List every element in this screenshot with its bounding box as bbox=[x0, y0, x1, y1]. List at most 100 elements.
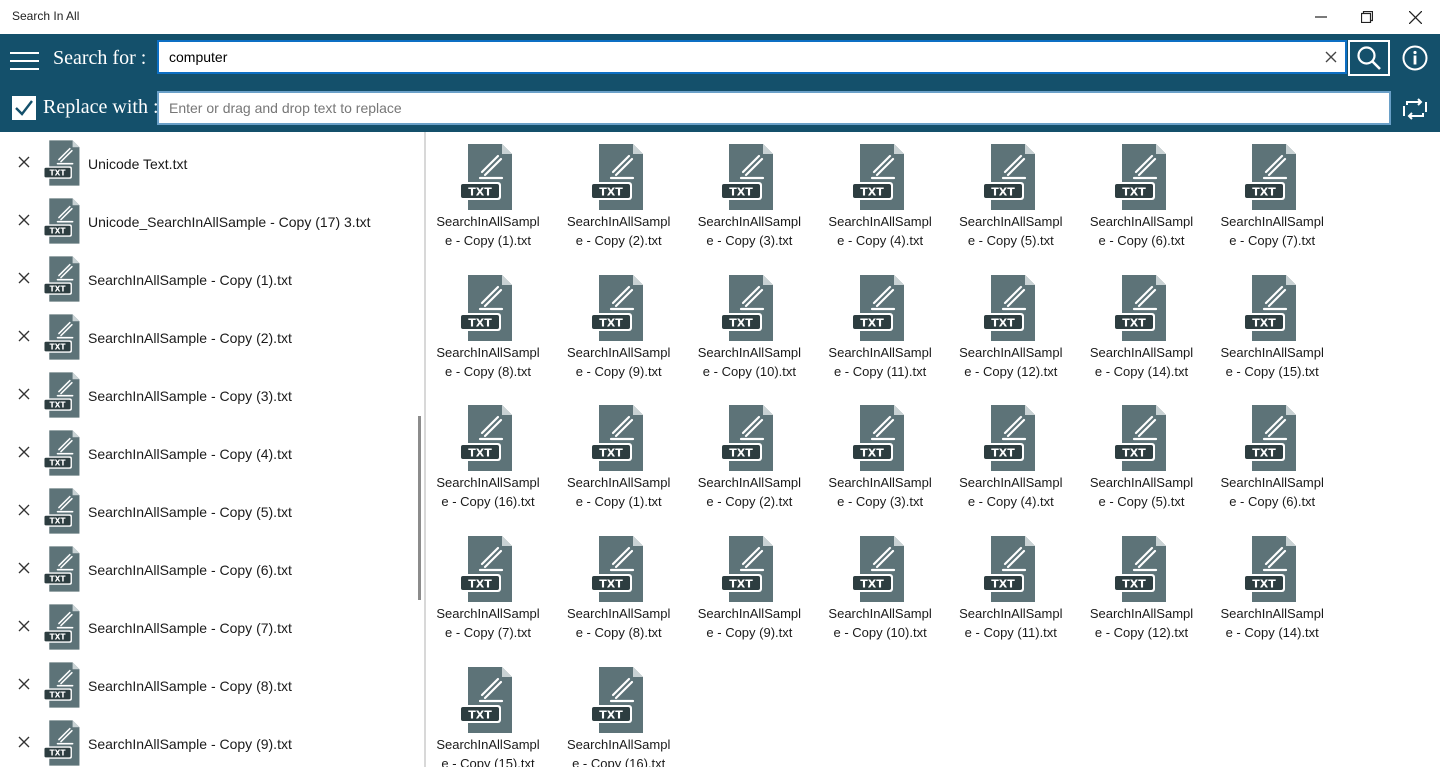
clear-search-icon[interactable] bbox=[1323, 49, 1339, 65]
result-file-name: SearchInAllSampl e - Copy (16).txt bbox=[561, 735, 677, 767]
file-list-scrollbar[interactable] bbox=[418, 416, 421, 600]
remove-file-icon[interactable] bbox=[17, 213, 31, 227]
file-list-item[interactable]: TXT SearchInAllSample - Copy (5).txt bbox=[0, 480, 416, 538]
file-list-item[interactable]: TXT Unicode_SearchInAllSample - Copy (17)… bbox=[0, 190, 416, 248]
file-list-item[interactable]: TXT SearchInAllSample - Copy (3).txt bbox=[0, 364, 416, 422]
close-button[interactable] bbox=[1392, 0, 1438, 34]
txt-file-icon: TXT bbox=[42, 255, 84, 303]
txt-file-icon: TXT bbox=[850, 403, 910, 473]
file-list-item[interactable]: TXT SearchInAllSample - Copy (1).txt bbox=[0, 248, 416, 306]
result-file-name-line: SearchInAllSampl bbox=[567, 344, 671, 360]
file-list-item[interactable]: TXT SearchInAllSample - Copy (7).txt bbox=[0, 596, 416, 654]
file-name: SearchInAllSample - Copy (2).txt bbox=[88, 330, 292, 346]
svg-text:TXT: TXT bbox=[991, 578, 1015, 591]
remove-file-icon[interactable] bbox=[17, 155, 31, 169]
result-file-name-line: SearchInAllSampl bbox=[567, 214, 671, 229]
result-tile[interactable]: TXT SearchInAllSampl e - Copy (6).txt bbox=[1214, 395, 1330, 523]
file-list[interactable]: TXT Unicode Text.txt TXT Unicode_SearchInAl… bbox=[0, 132, 424, 767]
remove-file-icon[interactable] bbox=[17, 387, 31, 401]
result-file-name-line: e - Copy (15).txt bbox=[441, 755, 535, 767]
result-tile[interactable]: TXT SearchInAllSampl e - Copy (1).txt bbox=[430, 134, 546, 262]
result-tile[interactable]: TXT SearchInAllSampl e - Copy (11).txt bbox=[953, 526, 1069, 654]
result-tile[interactable]: TXT SearchInAllSampl e - Copy (4).txt bbox=[822, 134, 938, 262]
svg-text:TXT: TXT bbox=[468, 186, 492, 199]
txt-file-icon: TXT bbox=[981, 403, 1041, 473]
result-tile[interactable]: TXT SearchInAllSampl e - Copy (3).txt bbox=[691, 134, 807, 262]
file-list-item[interactable]: TXT Unicode Text.txt bbox=[0, 132, 416, 190]
result-tile[interactable]: TXT SearchInAllSampl e - Copy (5).txt bbox=[1084, 395, 1200, 523]
result-file-name-line: e - Copy (11).txt bbox=[964, 625, 1057, 641]
file-list-item[interactable]: TXT SearchInAllSample - Copy (2).txt bbox=[0, 306, 416, 364]
result-tile[interactable]: TXT SearchInAllSampl e - Copy (7).txt bbox=[1214, 134, 1330, 262]
svg-text:TXT: TXT bbox=[991, 447, 1015, 460]
result-file-name: SearchInAllSampl e - Copy (7).txt bbox=[1214, 212, 1330, 250]
result-file-name-line: SearchInAllSampl bbox=[567, 606, 671, 622]
menu-icon[interactable] bbox=[10, 50, 40, 72]
result-file-name: SearchInAllSampl e - Copy (1).txt bbox=[561, 473, 677, 511]
txt-file-icon: TXT bbox=[1112, 534, 1172, 604]
remove-file-icon[interactable] bbox=[17, 445, 31, 459]
result-tile[interactable]: TXT SearchInAllSampl e - Copy (12).txt bbox=[1084, 526, 1200, 654]
svg-text:TXT: TXT bbox=[599, 316, 623, 329]
search-label: Search for : bbox=[53, 47, 147, 69]
result-file-name-line: SearchInAllSampl bbox=[1220, 606, 1324, 622]
result-tile[interactable]: TXT SearchInAllSampl e - Copy (10).txt bbox=[691, 265, 807, 393]
result-tile[interactable]: TXT SearchInAllSampl e - Copy (5).txt bbox=[953, 134, 1069, 262]
remove-file-icon[interactable] bbox=[17, 561, 31, 575]
replace-field[interactable] bbox=[157, 91, 1391, 125]
search-button[interactable] bbox=[1348, 40, 1390, 76]
file-list-item[interactable]: TXT SearchInAllSample - Copy (8).txt bbox=[0, 654, 416, 712]
result-tile[interactable]: TXT SearchInAllSampl e - Copy (14).txt bbox=[1214, 526, 1330, 654]
window-title: Search In All bbox=[12, 9, 80, 23]
remove-file-icon[interactable] bbox=[17, 735, 31, 749]
svg-text:TXT: TXT bbox=[991, 316, 1015, 329]
result-tile[interactable]: TXT SearchInAllSampl e - Copy (16).txt bbox=[561, 657, 677, 767]
remove-file-icon[interactable] bbox=[17, 503, 31, 517]
search-field[interactable] bbox=[157, 40, 1347, 74]
svg-text:TXT: TXT bbox=[730, 447, 754, 460]
remove-file-icon[interactable] bbox=[17, 619, 31, 633]
svg-text:TXT: TXT bbox=[991, 186, 1015, 199]
file-list-item[interactable]: TXT SearchInAllSample - Copy (6).txt bbox=[0, 538, 416, 596]
result-tile[interactable]: TXT SearchInAllSampl e - Copy (7).txt bbox=[430, 526, 546, 654]
remove-file-icon[interactable] bbox=[17, 677, 31, 691]
result-tile[interactable]: TXT SearchInAllSampl e - Copy (6).txt bbox=[1084, 134, 1200, 262]
result-tile[interactable]: TXT SearchInAllSampl e - Copy (4).txt bbox=[953, 395, 1069, 523]
remove-file-icon[interactable] bbox=[17, 329, 31, 343]
result-tile[interactable]: TXT SearchInAllSampl e - Copy (11).txt bbox=[822, 265, 938, 393]
result-tile[interactable]: TXT SearchInAllSampl e - Copy (8).txt bbox=[430, 265, 546, 393]
replace-checkbox[interactable] bbox=[12, 96, 36, 120]
result-tile[interactable]: TXT SearchInAllSampl e - Copy (1).txt bbox=[561, 395, 677, 523]
result-tile[interactable]: TXT SearchInAllSampl e - Copy (8).txt bbox=[561, 526, 677, 654]
svg-text:TXT: TXT bbox=[49, 575, 66, 584]
pane-divider[interactable] bbox=[424, 132, 426, 767]
result-tile[interactable]: TXT SearchInAllSampl e - Copy (15).txt bbox=[430, 657, 546, 767]
result-tile[interactable]: TXT SearchInAllSampl e - Copy (12).txt bbox=[953, 265, 1069, 393]
result-tile[interactable]: TXT SearchInAllSampl e - Copy (3).txt bbox=[822, 395, 938, 523]
result-tile[interactable]: TXT SearchInAllSampl e - Copy (9).txt bbox=[561, 265, 677, 393]
replace-input[interactable] bbox=[169, 93, 1369, 123]
info-button[interactable] bbox=[1400, 43, 1430, 73]
file-list-item[interactable]: TXT SearchInAllSample - Copy (9).txt bbox=[0, 712, 416, 767]
svg-text:TXT: TXT bbox=[49, 633, 66, 642]
result-tile[interactable]: TXT SearchInAllSampl e - Copy (2).txt bbox=[691, 395, 807, 523]
result-tile[interactable]: TXT SearchInAllSampl e - Copy (16).txt bbox=[430, 395, 546, 523]
txt-file-icon: TXT bbox=[589, 534, 649, 604]
result-file-name-line: SearchInAllSampl bbox=[697, 344, 802, 360]
txt-file-icon: TXT bbox=[42, 719, 84, 767]
result-tile[interactable]: TXT SearchInAllSampl e - Copy (10).txt bbox=[822, 526, 938, 654]
result-file-name-line: e - Copy (3).txt bbox=[706, 233, 793, 248]
result-tile[interactable]: TXT SearchInAllSampl e - Copy (2).txt bbox=[561, 134, 677, 262]
search-input[interactable] bbox=[169, 42, 1309, 72]
result-tile[interactable]: TXT SearchInAllSampl e - Copy (14).txt bbox=[1084, 265, 1200, 393]
result-file-name: SearchInAllSampl e - Copy (5).txt bbox=[953, 212, 1069, 250]
txt-file-icon: TXT bbox=[42, 139, 84, 187]
result-tile[interactable]: TXT SearchInAllSampl e - Copy (15).txt bbox=[1214, 265, 1330, 393]
remove-file-icon[interactable] bbox=[17, 271, 31, 285]
replace-button[interactable] bbox=[1400, 94, 1430, 124]
minimize-button[interactable] bbox=[1298, 0, 1344, 34]
file-list-item[interactable]: TXT SearchInAllSample - Copy (4).txt bbox=[0, 422, 416, 480]
result-tile[interactable]: TXT SearchInAllSampl e - Copy (9).txt bbox=[691, 526, 807, 654]
restore-button[interactable] bbox=[1344, 0, 1390, 34]
svg-text:TXT: TXT bbox=[49, 343, 66, 352]
